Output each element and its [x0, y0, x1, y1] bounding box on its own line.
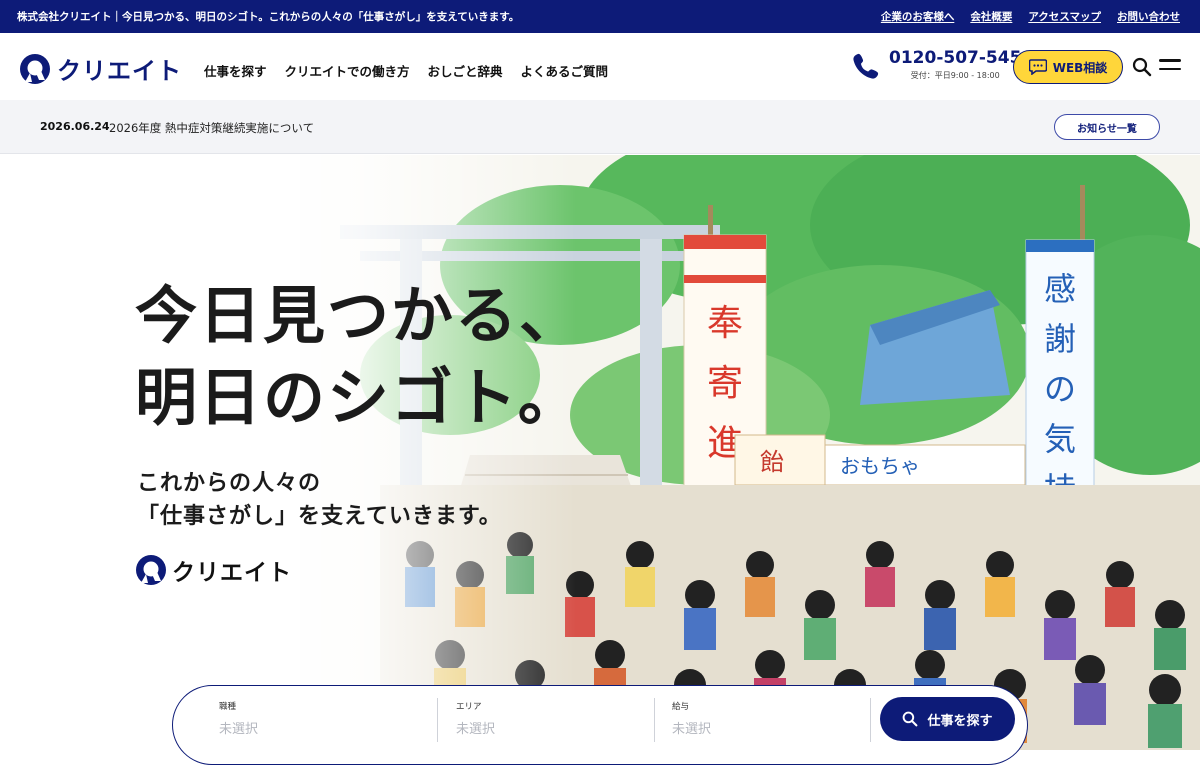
chat-icon — [1028, 59, 1047, 75]
site-header: クリエイト 仕事を探す クリエイトでの働き方 おしごと辞典 よくあるご質問 01… — [0, 33, 1200, 100]
hero-section: 奉 寄 進 感 謝 の 気 持 飴 おもちゃ — [0, 155, 1200, 750]
hero-headline-line2: 明日のシゴト。 — [135, 361, 582, 435]
logo-text: クリエイト — [57, 57, 182, 85]
main-nav: 仕事を探す クリエイトでの働き方 おしごと辞典 よくあるご質問 — [204, 61, 608, 80]
field-area-label: エリア — [456, 702, 482, 712]
field-salary[interactable]: 給与 未選択 — [672, 700, 862, 744]
field-job-type[interactable]: 職種 未選択 — [219, 700, 429, 744]
search-icon — [903, 711, 918, 727]
phone-icon — [853, 53, 879, 79]
field-divider — [437, 698, 438, 742]
menu-line — [1159, 59, 1181, 62]
hero-headline: 今日見つかる、 明日のシゴト。 — [135, 275, 583, 440]
hero-subtitle: これからの人々の 「仕事さがし」を支えていきます。 — [137, 467, 502, 533]
top-utility-bar: 株式会社クリエイト｜今日見つかる、明日のシゴト。これからの人々の「仕事さがし」を… — [0, 0, 1200, 33]
job-search-button-label: 仕事を探す — [927, 713, 993, 729]
hero-logo: クリエイト — [135, 553, 292, 587]
phone-number: 0120-507-545 — [889, 48, 1022, 68]
field-area[interactable]: エリア 未選択 — [456, 700, 646, 744]
field-divider — [654, 698, 655, 742]
hero-sub-line2: 「仕事さがし」を支えていきます。 — [137, 504, 502, 529]
field-area-value: 未選択 — [456, 722, 496, 737]
field-job-type-label: 職種 — [219, 702, 237, 712]
field-salary-label: 給与 — [672, 702, 690, 712]
phone-hours: 受付：平日9:00 - 18:00 — [910, 71, 1000, 80]
field-job-type-value: 未選択 — [219, 722, 259, 737]
link-for-companies[interactable]: 企業のお客様へ — [881, 9, 955, 24]
menu-icon[interactable] — [1159, 59, 1181, 75]
web-consult-button[interactable]: WEB相談 — [1013, 50, 1123, 84]
topbar-links: 企業のお客様へ 会社概要 アクセスマップ お問い合わせ — [881, 9, 1180, 24]
field-divider — [870, 698, 871, 742]
phone-contact[interactable]: 0120-507-545 受付：平日9:00 - 18:00 — [851, 50, 1021, 81]
link-company-profile[interactable]: 会社概要 — [970, 9, 1012, 24]
nav-faq[interactable]: よくあるご質問 — [521, 61, 609, 80]
link-contact[interactable]: お問い合わせ — [1117, 9, 1180, 24]
job-search-bar: 職種 未選択 エリア 未選択 給与 未選択 仕事を探す — [172, 685, 1028, 765]
news-date: 2026.06.24 — [40, 120, 110, 133]
nav-job-dictionary[interactable]: おしごと辞典 — [428, 61, 503, 80]
menu-line — [1159, 67, 1181, 70]
news-bar: 2026.06.24 2026年度 熱中症対策継続実施について お知らせ一覧 — [0, 100, 1200, 154]
site-logo[interactable]: クリエイト — [19, 51, 182, 86]
hero-sub-line1: これからの人々の — [137, 471, 322, 496]
hero-headline-line1: 今日見つかる、 — [135, 279, 584, 352]
job-search-button[interactable]: 仕事を探す — [880, 697, 1015, 741]
hero-logo-text: クリエイト — [172, 560, 292, 586]
nav-working-style[interactable]: クリエイトでの働き方 — [285, 61, 410, 80]
news-title-link[interactable]: 2026年度 熱中症対策継続実施について — [109, 120, 314, 136]
hero-fade-overlay — [0, 155, 1200, 750]
topbar-tagline: 株式会社クリエイト｜今日見つかる、明日のシゴト。これからの人々の「仕事さがし」を… — [17, 11, 520, 23]
logo-mark-icon — [20, 53, 50, 84]
nav-find-job[interactable]: 仕事を探す — [204, 61, 267, 80]
field-salary-value: 未選択 — [672, 722, 712, 737]
web-consult-label: WEB相談 — [1052, 60, 1108, 75]
news-list-button[interactable]: お知らせ一覧 — [1054, 114, 1160, 140]
search-icon[interactable] — [1132, 57, 1152, 77]
link-access-map[interactable]: アクセスマップ — [1028, 9, 1101, 24]
logo-mark-icon — [136, 555, 166, 585]
